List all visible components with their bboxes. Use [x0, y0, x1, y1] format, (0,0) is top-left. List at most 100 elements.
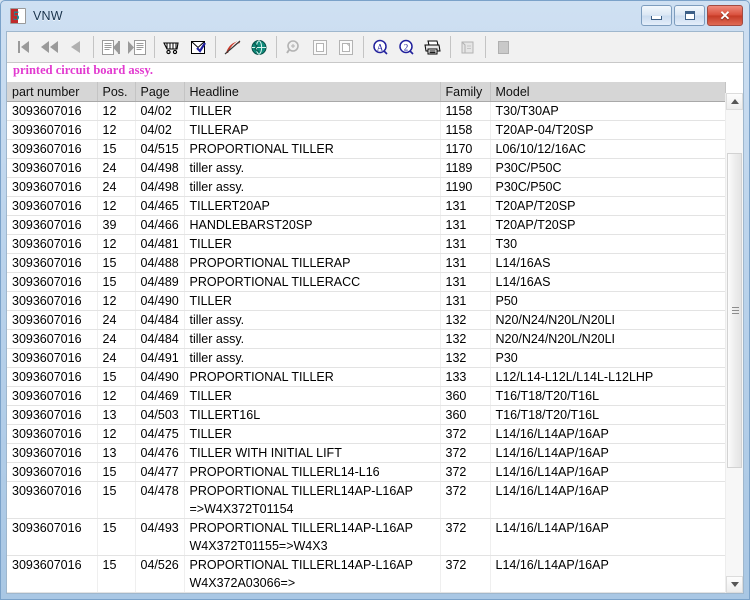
table-row[interactable]: 3093607016 12 04/02 TILLERAP 1158 T20AP-04/T2…	[7, 120, 726, 140]
column-header-page[interactable]: Page	[135, 82, 185, 102]
maximize-button[interactable]	[674, 5, 705, 26]
cell-headline-link[interactable]: HANDLEBARST20SP	[184, 215, 441, 235]
table-row[interactable]: 3093607016 15 04/488 PROPORTIONAL TILLERAP 1…	[7, 253, 726, 273]
cell-headline-link[interactable]: PROPORTIONAL TILLERL14AP-L16AP W4X372A030…	[184, 555, 441, 593]
notes-button[interactable]	[455, 34, 481, 60]
minimize-button[interactable]	[641, 5, 672, 26]
shopping-cart-button[interactable]	[159, 34, 185, 60]
cell-part-number: 3093607016	[7, 386, 98, 406]
cell-headline-link[interactable]: TILLER	[184, 386, 441, 406]
vertical-scrollbar[interactable]	[725, 93, 743, 593]
table-row[interactable]: 3093607016 24 04/498 tiller assy. 1190 P30C/P…	[7, 177, 726, 197]
bookmark-button[interactable]	[220, 34, 246, 60]
cell-headline-link[interactable]: PROPORTIONAL TILLERL14AP-L16AP W4X372T011…	[184, 518, 441, 556]
scroll-up-button[interactable]	[726, 93, 743, 110]
page-view-button[interactable]	[307, 34, 333, 60]
fast-rewind-button[interactable]	[37, 34, 63, 60]
table-row[interactable]: 3093607016 13 04/503 TILLERT16L 360 T16/T18/T…	[7, 405, 726, 425]
table-row[interactable]: 3093607016 15 04/478 PROPORTIONAL TILLERL14…	[7, 481, 726, 519]
previous-record-button[interactable]	[63, 34, 89, 60]
table-row[interactable]: 3093607016 24 04/484 tiller assy. 132 N20/N24…	[7, 310, 726, 330]
table-row[interactable]: 3093607016 15 04/477 PROPORTIONAL TILLERL14…	[7, 462, 726, 482]
cell-headline-link[interactable]: TILLERAP	[184, 120, 441, 140]
cell-family: 131	[440, 196, 491, 216]
find-number-button[interactable]: 2	[394, 34, 420, 60]
cell-pos: 24	[97, 177, 136, 197]
cell-page: 04/469	[135, 386, 185, 406]
table-row[interactable]: 3093607016 24 04/484 tiller assy. 132 N20/N24…	[7, 329, 726, 349]
cell-page: 04/498	[135, 158, 185, 178]
table-row[interactable]: 3093607016 13 04/476 TILLER WITH INITIAL LI…	[7, 443, 726, 463]
svg-text:A: A	[377, 42, 384, 52]
cell-page: 04/526	[135, 555, 185, 593]
globe-button[interactable]	[246, 34, 272, 60]
table-row[interactable]: 3093607016 12 04/469 TILLER 360 T16/T18/T20/T…	[7, 386, 726, 406]
number-2-search-icon: 2	[399, 39, 414, 55]
cell-headline-link[interactable]: TILLER WITH INITIAL LIFT	[184, 443, 441, 463]
first-record-button[interactable]	[11, 34, 37, 60]
table-row[interactable]: 3093607016 12 04/02 TILLER 1158 T30/T30AP	[7, 101, 726, 121]
order-form-button[interactable]	[185, 34, 211, 60]
cell-part-number: 3093607016	[7, 592, 98, 593]
table-row[interactable]: 3093607016 15 04/493 PROPORTIONAL TILLERL14…	[7, 518, 726, 556]
scroll-thumb[interactable]	[727, 153, 742, 468]
column-header-family[interactable]: Family	[440, 82, 491, 102]
table-row[interactable]: 3093607016 15 04/526 PROPORTIONAL TILLERL14…	[7, 555, 726, 593]
table-row[interactable]: 3093607016 12 04/465 TILLERT20AP 131 T20AP/T2…	[7, 196, 726, 216]
cell-headline-link[interactable]: tiller assy.	[184, 348, 441, 368]
cell-page: 04/503	[135, 405, 185, 425]
find-text-button[interactable]: A	[368, 34, 394, 60]
cell-headline-link[interactable]: PROPORTIONAL TILLER	[184, 139, 441, 159]
table-row[interactable]: 3093607016 12 04/475 TILLER 372 L14/16/L14AP/…	[7, 424, 726, 444]
rewind-icon	[41, 41, 58, 53]
cell-headline-link[interactable]: tiller assy.	[184, 158, 441, 178]
cell-headline-link[interactable]: TILLER	[184, 234, 441, 254]
scroll-up-arrow-icon	[730, 99, 739, 104]
table-row[interactable]: 3093607016 15 04/490 PROPORTIONAL TILLER 133…	[7, 367, 726, 387]
cell-part-number: 3093607016	[7, 424, 98, 444]
column-header-headline[interactable]: Headline	[184, 82, 441, 102]
column-header-part-number[interactable]: part number	[7, 82, 98, 102]
close-icon: ✕	[719, 8, 731, 23]
cell-pos: 39	[97, 215, 136, 235]
cell-headline-link[interactable]: PROPORTIONAL TILLERL14AP-L16AP =>W4X372T0…	[184, 481, 441, 519]
close-button[interactable]: ✕	[707, 5, 743, 26]
printer-icon	[424, 40, 441, 54]
column-header-pos[interactable]: Pos.	[97, 82, 136, 102]
table-row[interactable]: 3093607016 24 04/491 tiller assy. 132 P30	[7, 348, 726, 368]
letter-a-search-icon: A	[373, 39, 388, 55]
cell-family: 1170	[440, 139, 491, 159]
table-row[interactable]: 3093607016 15 04/515 PROPORTIONAL TILLER 117…	[7, 139, 726, 159]
cell-headline-link[interactable]: PROPORTIONAL TILLERL14-L16	[184, 462, 441, 482]
cell-headline-link[interactable]: PROPORTIONAL TILLERAP	[184, 253, 441, 273]
cell-headline-link[interactable]: TILLER	[184, 101, 441, 121]
scroll-down-button[interactable]	[726, 576, 743, 593]
cell-headline-link[interactable]: TILLERT16L	[184, 405, 441, 425]
table-row[interactable]: 3093607016 24 04/498 tiller assy. 1189 P30C/P…	[7, 158, 726, 178]
zoom-button[interactable]	[281, 34, 307, 60]
stop-button[interactable]	[490, 34, 516, 60]
cell-headline-link[interactable]: TILLER	[184, 291, 441, 311]
cell-headline-link[interactable]: tiller assy.	[184, 177, 441, 197]
cell-headline-link[interactable]: PROPORTIONAL TILLER	[184, 367, 441, 387]
cell-headline-link[interactable]: tiller assy.	[184, 310, 441, 330]
cell-part-number: 3093607016	[7, 139, 98, 159]
table-row[interactable]: 30936070161204/474TILLERL10B379L10/12-L1…	[7, 592, 726, 593]
cell-headline-link[interactable]: TILLERT20AP	[184, 196, 441, 216]
cell-headline-link[interactable]: TILLER	[184, 424, 441, 444]
table-row[interactable]: 3093607016 12 04/490 TILLER 131 P50	[7, 291, 726, 311]
next-page-button[interactable]	[124, 34, 150, 60]
column-header-model[interactable]: Model	[490, 82, 726, 102]
cell-page: 04/476	[135, 443, 185, 463]
cell-headline-link[interactable]: PROPORTIONAL TILLERACC	[184, 272, 441, 292]
cell-headline-link[interactable]: TILLERL10B	[184, 592, 441, 593]
table-row[interactable]: 3093607016 15 04/489 PROPORTIONAL TILLERACC…	[7, 272, 726, 292]
page-copy-button[interactable]	[333, 34, 359, 60]
cell-family: 132	[440, 329, 491, 349]
print-button[interactable]	[420, 34, 446, 60]
first-page-button[interactable]	[98, 34, 124, 60]
table-row[interactable]: 3093607016 39 04/466 HANDLEBARST20SP 131 T20A…	[7, 215, 726, 235]
cell-page: 04/489	[135, 272, 185, 292]
cell-headline-link[interactable]: tiller assy.	[184, 329, 441, 349]
table-row[interactable]: 3093607016 12 04/481 TILLER 131 T30	[7, 234, 726, 254]
